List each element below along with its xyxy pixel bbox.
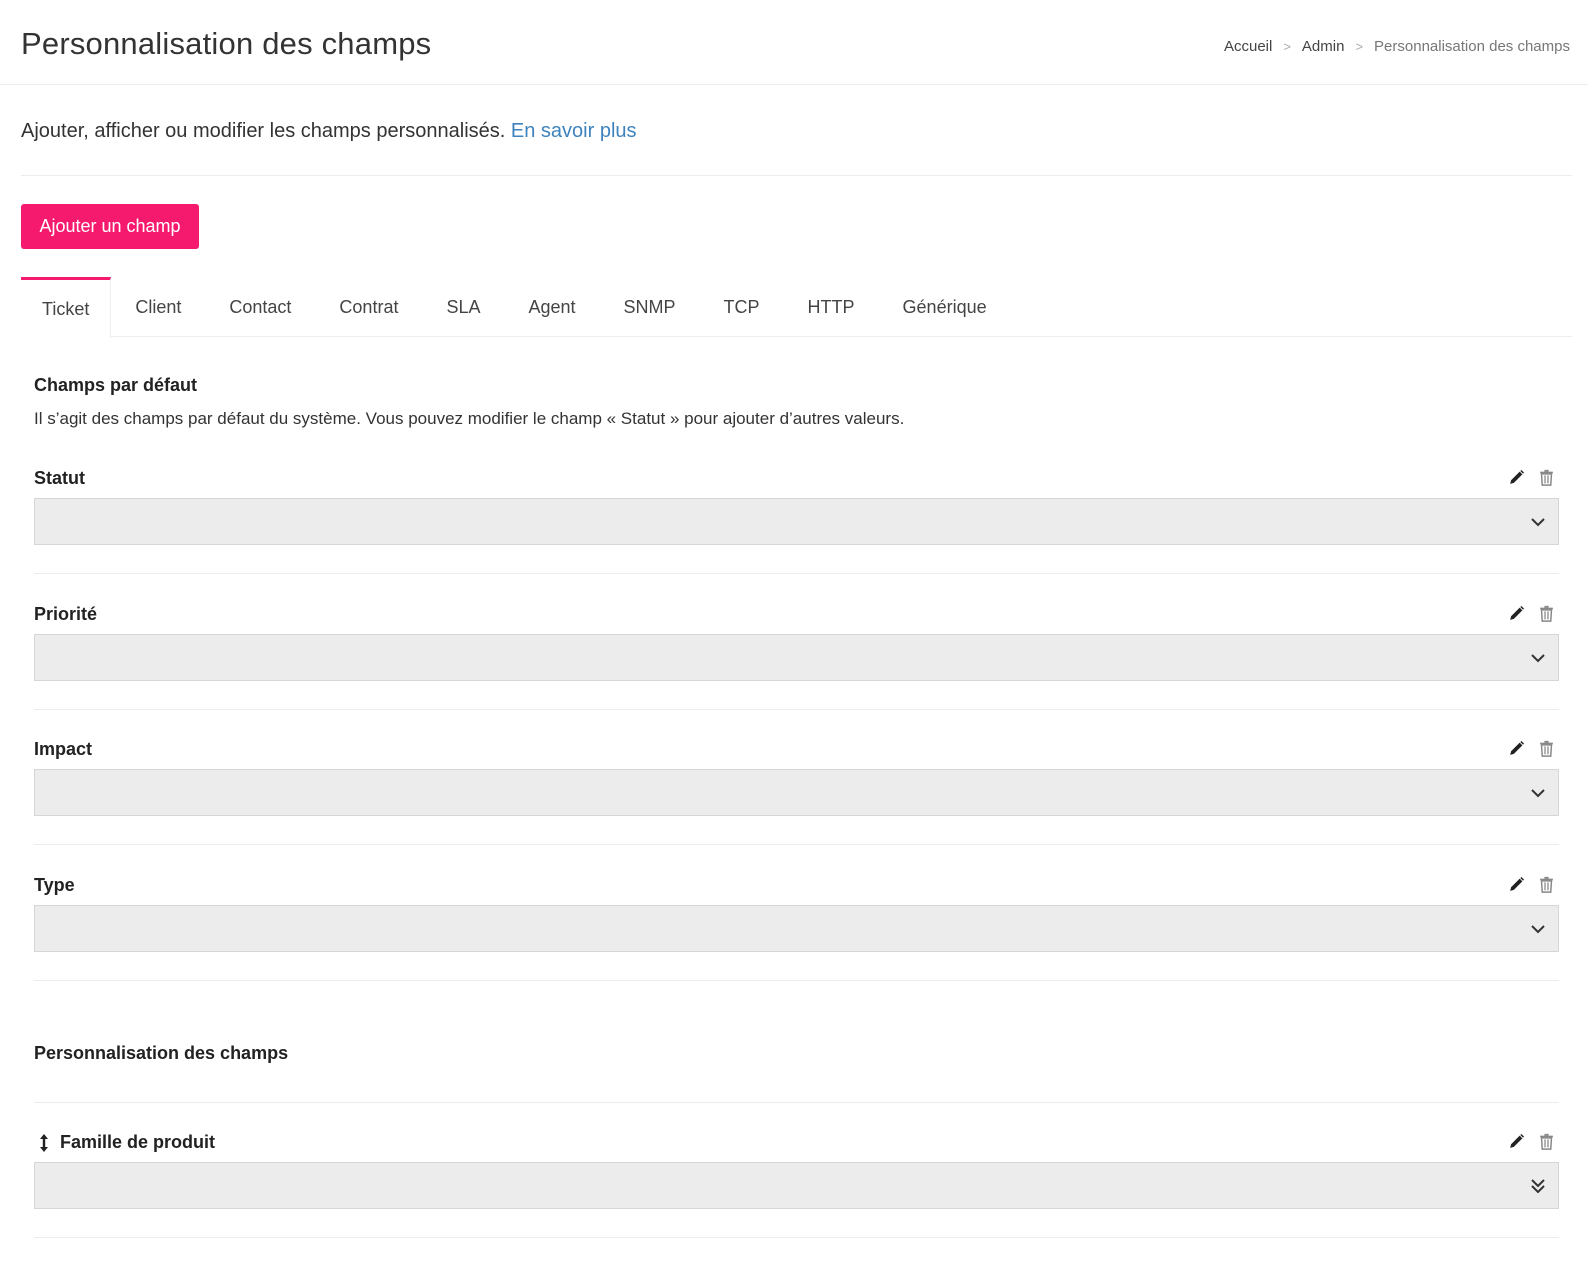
tab-ticket[interactable]: Ticket [21, 277, 112, 338]
field-label: Statut [34, 468, 85, 488]
divider [34, 1102, 1559, 1103]
tab-http[interactable]: HTTP [784, 277, 879, 337]
field-actions [1507, 739, 1555, 757]
product-family-select[interactable] [34, 1162, 1559, 1209]
tab-contrat[interactable]: Contrat [315, 277, 422, 337]
custom-fields-title: Personnalisation des champs [34, 1043, 289, 1063]
pencil-icon[interactable] [1507, 604, 1525, 622]
breadcrumb-separator: > [1355, 39, 1364, 54]
breadcrumb-separator: > [1283, 39, 1291, 54]
trash-icon[interactable] [1537, 1132, 1555, 1150]
field-label: Famille de produit [60, 1132, 216, 1152]
page-title: Personnalisation des champs [21, 26, 432, 61]
field-actions [1507, 1132, 1555, 1150]
field-label-row: Famille de produit [34, 1132, 215, 1153]
field-actions [1507, 468, 1555, 486]
pencil-icon[interactable] [1507, 468, 1525, 486]
intro-description: Ajouter, afficher ou modifier les champs… [21, 120, 506, 142]
type-select[interactable] [34, 905, 1559, 952]
trash-icon[interactable] [1537, 468, 1555, 486]
pencil-icon[interactable] [1507, 739, 1525, 757]
tab-snmp[interactable]: SNMP [600, 277, 700, 337]
breadcrumb-home[interactable]: Accueil [1224, 38, 1272, 55]
tab-contact[interactable]: Contact [205, 277, 315, 337]
tab-sla[interactable]: SLA [422, 277, 504, 337]
field-actions [1507, 875, 1555, 893]
learn-more-link[interactable]: En savoir plus [511, 120, 637, 142]
default-fields-title: Champs par défaut [34, 375, 198, 395]
divider [34, 573, 1559, 574]
divider [34, 980, 1559, 981]
divider [34, 1237, 1559, 1238]
status-select[interactable] [34, 498, 1559, 545]
chevron-down-icon [1528, 512, 1548, 532]
field-label: Priorité [34, 604, 98, 624]
trash-icon[interactable] [1537, 875, 1555, 893]
impact-select[interactable] [34, 769, 1559, 816]
divider [34, 844, 1559, 845]
breadcrumb-current: Personnalisation des champs [1374, 38, 1570, 55]
trash-icon[interactable] [1537, 604, 1555, 622]
breadcrumb: Accueil > Admin > Personnalisation des c… [1224, 38, 1570, 55]
field-actions [1507, 604, 1555, 622]
pencil-icon[interactable] [1507, 1132, 1525, 1150]
trash-icon[interactable] [1537, 739, 1555, 757]
pencil-icon[interactable] [1507, 875, 1525, 893]
add-field-button[interactable]: Ajouter un champ [21, 204, 199, 249]
tab-client[interactable]: Client [111, 277, 205, 337]
chevron-down-icon [1528, 648, 1548, 668]
page-header: Personnalisation des champs Accueil > Ad… [0, 0, 1588, 85]
divider [34, 709, 1559, 710]
priority-select[interactable] [34, 634, 1559, 681]
entity-tabs: Ticket Client Contact Contrat SLA Agent … [21, 277, 1572, 338]
tab-tcp[interactable]: TCP [700, 277, 784, 337]
default-fields-description: Il s’agit des champs par défaut du systè… [34, 409, 905, 428]
drag-handle-icon[interactable] [38, 1133, 52, 1153]
intro-text: Ajouter, afficher ou modifier les champs… [21, 120, 637, 143]
chevron-down-icon [1528, 919, 1548, 939]
chevron-down-icon [1528, 783, 1548, 803]
breadcrumb-admin[interactable]: Admin [1302, 38, 1345, 55]
tab-generique[interactable]: Générique [879, 277, 1011, 337]
field-label: Impact [34, 739, 93, 759]
divider [21, 175, 1572, 176]
tab-agent[interactable]: Agent [504, 277, 599, 337]
double-chevron-down-icon [1528, 1176, 1548, 1196]
field-label: Type [34, 875, 75, 895]
